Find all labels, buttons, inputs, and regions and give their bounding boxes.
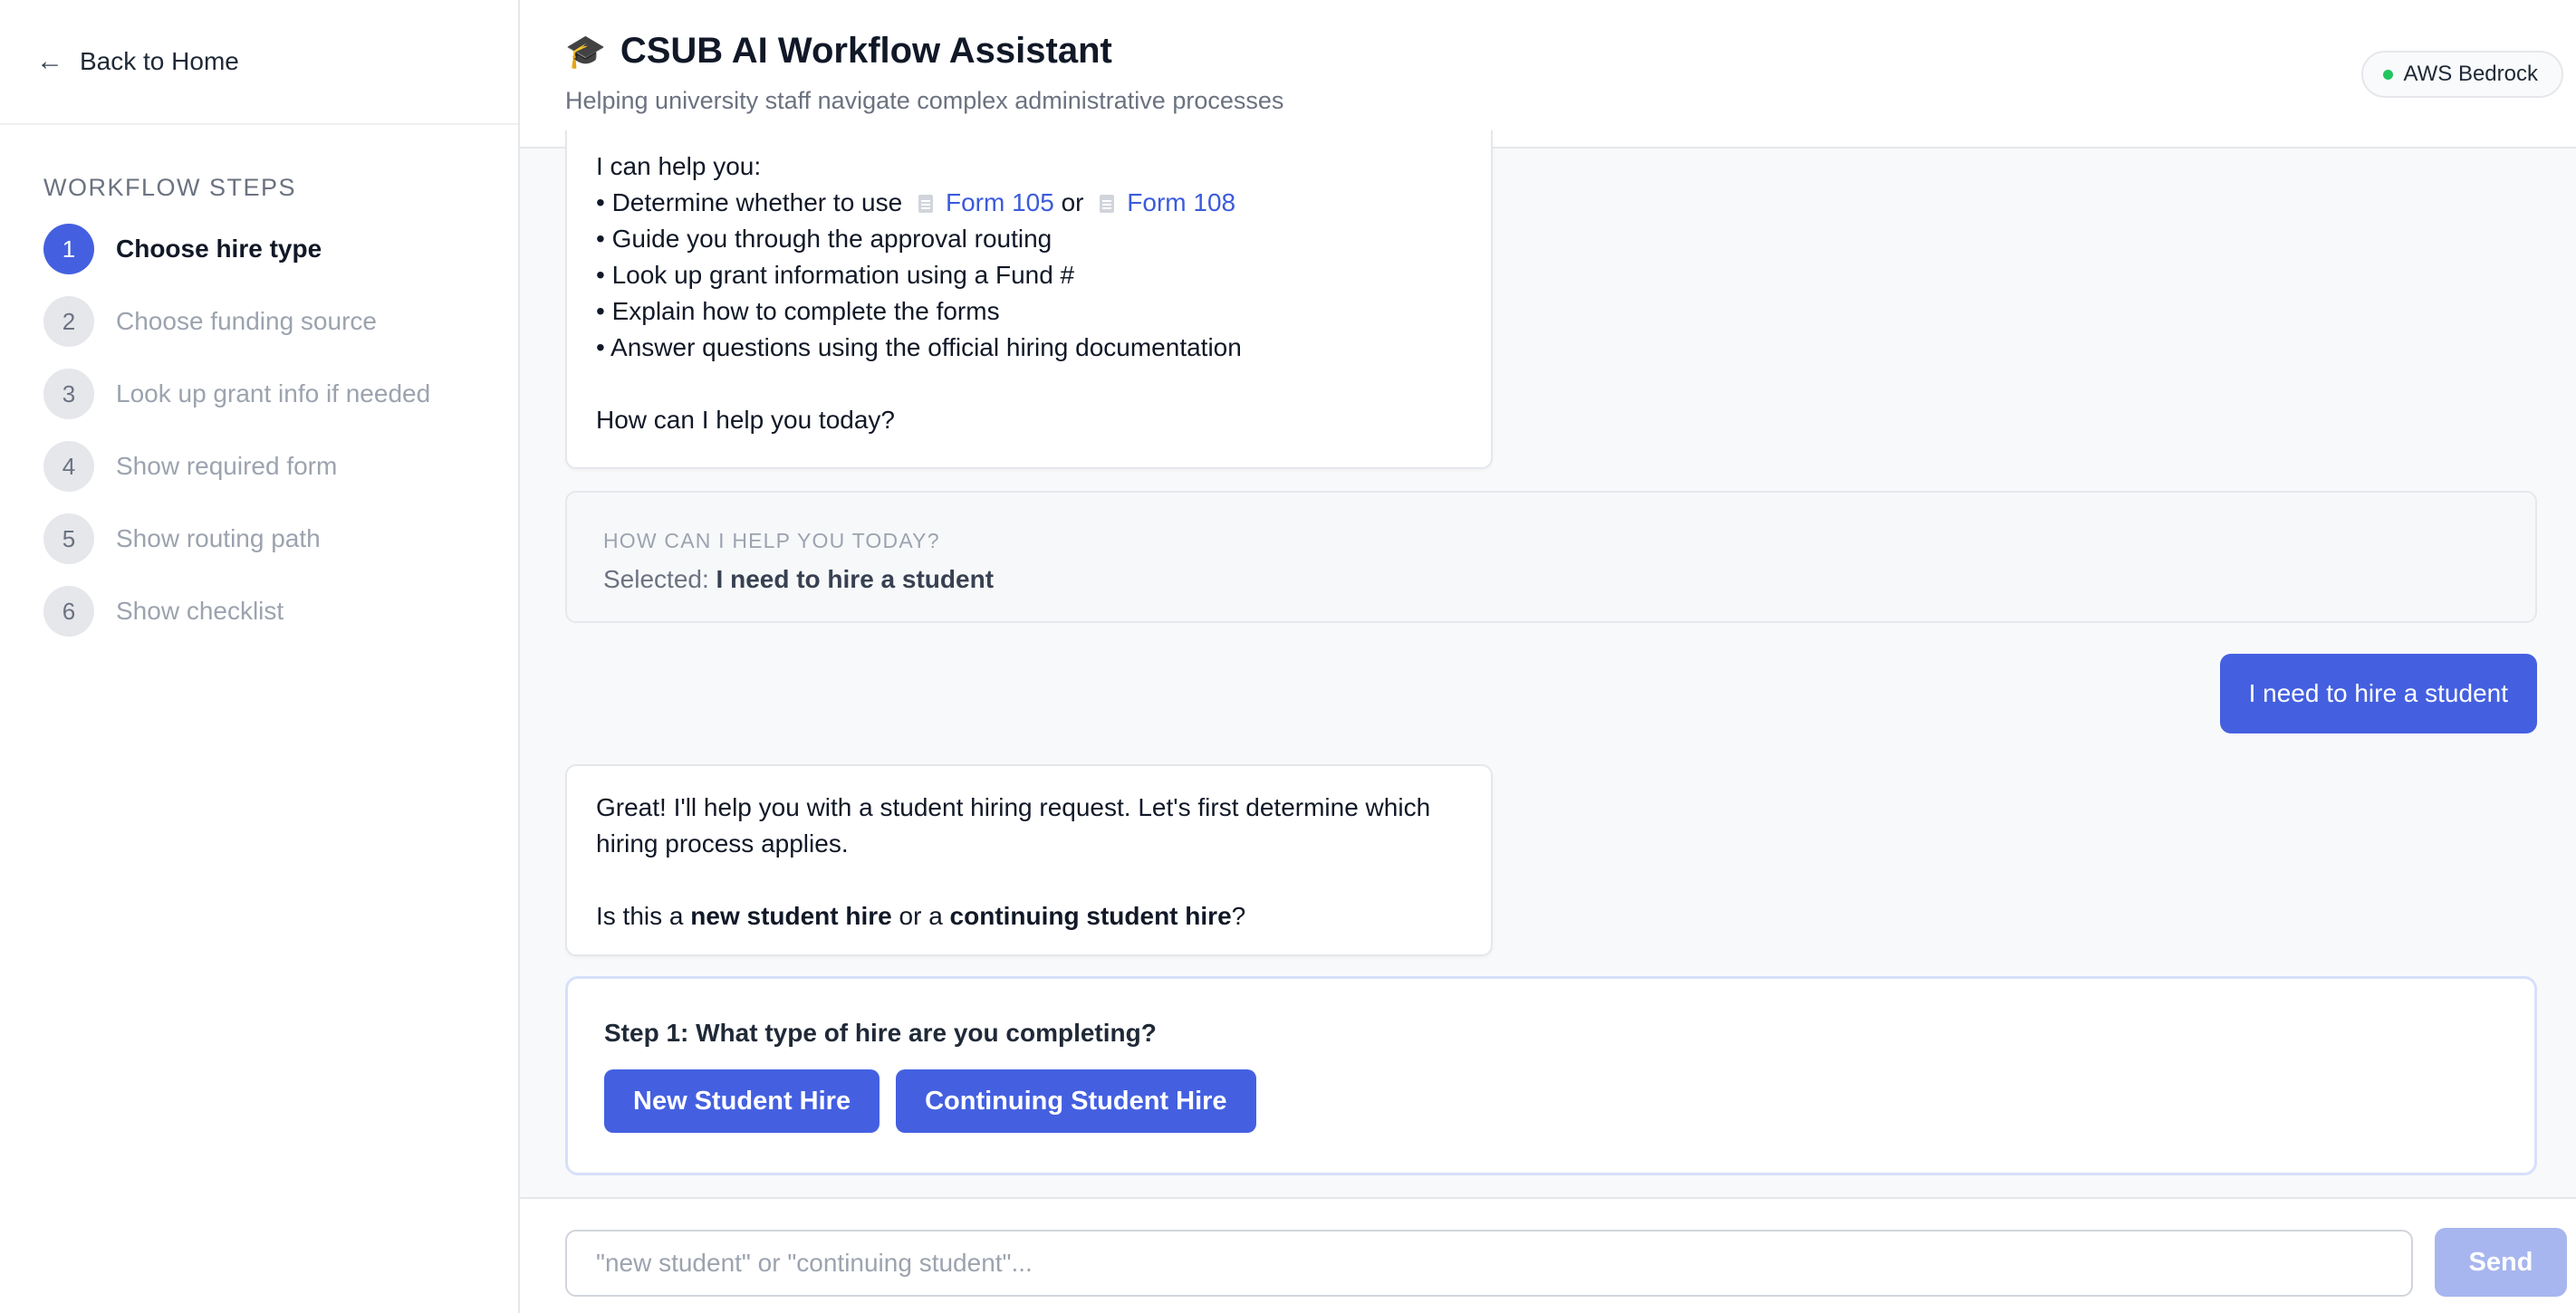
workflow-steps-list: 1 Choose hire type 2 Choose funding sour…	[43, 224, 518, 637]
page-title-text: CSUB AI Workflow Assistant	[620, 31, 1112, 71]
back-to-home-label: Back to Home	[80, 47, 239, 75]
message-input[interactable]	[565, 1230, 2413, 1297]
step-number-badge: 6	[43, 586, 94, 637]
form-105-link[interactable]: Form 105	[946, 188, 1054, 216]
workflow-step-2: 2 Choose funding source	[43, 296, 518, 347]
step-question-card: Step 1: What type of hire are you comple…	[565, 976, 2537, 1175]
form-108-link[interactable]: Form 108	[1127, 188, 1235, 216]
graduation-cap-icon: 🎓	[565, 32, 606, 70]
page-header: 🎓 CSUB AI Workflow Assistant Helping uni…	[520, 0, 2576, 149]
message-line: How can I help you today?	[596, 406, 895, 434]
message-line: I can help you:	[596, 152, 762, 180]
app-root: ← Back to Home WORKFLOW STEPS 1 Choose h…	[0, 0, 2576, 1313]
document-icon	[1100, 195, 1115, 213]
workflow-step-5: 5 Show routing path	[43, 513, 518, 564]
continuing-student-hire-button[interactable]: Continuing Student Hire	[896, 1069, 1256, 1133]
step-number-badge: 2	[43, 296, 94, 347]
message-composer: Send	[520, 1197, 2576, 1313]
message-line: • Look up grant information using a Fund…	[596, 261, 1075, 289]
step-question: Step 1: What type of hire are you comple…	[604, 1019, 1157, 1047]
page-title: 🎓 CSUB AI Workflow Assistant	[565, 31, 1112, 72]
assistant-message: Great! I'll help you with a student hiri…	[565, 764, 1493, 956]
step-number-badge: 4	[43, 441, 94, 492]
message-line: Is this a new student hire or a continui…	[596, 898, 1466, 934]
step-label: Look up grant info if needed	[116, 379, 431, 407]
status-badge-label: AWS Bedrock	[2403, 62, 2539, 86]
choice-group: New Student Hire Continuing Student Hire	[604, 1069, 1273, 1133]
workflow-step-1: 1 Choose hire type	[43, 224, 518, 274]
bullet-text: • Determine whether to use	[596, 188, 903, 216]
step-number-badge: 1	[43, 224, 94, 274]
assistant-message-body: Great! I'll help you with a student hiri…	[596, 790, 1466, 934]
selection-prefix: Selected:	[603, 565, 716, 593]
workflow-step-3: 3 Look up grant info if needed	[43, 369, 518, 419]
step-label: Show routing path	[116, 524, 321, 552]
question-text: or a	[891, 902, 950, 930]
question-text: Is this a	[596, 902, 691, 930]
step-label: Show checklist	[116, 597, 284, 625]
step-label: Choose hire type	[116, 235, 322, 263]
selection-text: I need to hire a student	[716, 565, 995, 593]
new-student-hire-button[interactable]: New Student Hire	[604, 1069, 880, 1133]
assistant-message-body: I can help you: • Determine whether to u…	[596, 149, 1242, 438]
question-text: ?	[1231, 902, 1246, 930]
message-line: • Explain how to complete the forms	[596, 297, 1000, 325]
step-number-badge: 5	[43, 513, 94, 564]
selection-summary: HOW CAN I HELP YOU TODAY? Selected: I ne…	[565, 491, 2537, 623]
main-panel: 🎓 CSUB AI Workflow Assistant Helping uni…	[520, 0, 2576, 1313]
workflow-step-6: 6 Show checklist	[43, 586, 518, 637]
send-button[interactable]: Send	[2435, 1228, 2567, 1297]
step-label: Choose funding source	[116, 307, 377, 335]
continuing-student-hire-text: continuing student hire	[949, 902, 1232, 930]
sidebar: ← Back to Home WORKFLOW STEPS 1 Choose h…	[0, 0, 520, 1313]
new-student-hire-text: new student hire	[690, 902, 892, 930]
workflow-steps-heading: WORKFLOW STEPS	[43, 174, 297, 201]
selection-value: Selected: I need to hire a student	[603, 565, 994, 594]
message-line: Great! I'll help you with a student hiri…	[596, 793, 1431, 858]
status-badge: AWS Bedrock	[2360, 51, 2563, 98]
arrow-left-icon: ←	[36, 46, 63, 76]
chat-thread[interactable]: I can help you: • Determine whether to u…	[565, 130, 2537, 1190]
message-line: • Determine whether to use Form 105 or F…	[596, 185, 1242, 221]
document-icon	[918, 195, 933, 213]
assistant-message: I can help you: • Determine whether to u…	[565, 130, 1493, 469]
step-label: Show required form	[116, 452, 338, 480]
message-line: • Answer questions using the official hi…	[596, 333, 1242, 361]
message-line: • Guide you through the approval routing	[596, 225, 1053, 253]
step-number-badge: 3	[43, 369, 94, 419]
workflow-step-4: 4 Show required form	[43, 441, 518, 492]
user-message: I need to hire a student	[2219, 654, 2537, 733]
back-to-home-link[interactable]: ← Back to Home	[0, 0, 518, 125]
or-text: or	[1061, 188, 1084, 216]
status-dot-icon	[2382, 69, 2393, 80]
selection-caption: HOW CAN I HELP YOU TODAY?	[603, 529, 940, 552]
page-subtitle: Helping university staff navigate comple…	[565, 87, 1284, 114]
